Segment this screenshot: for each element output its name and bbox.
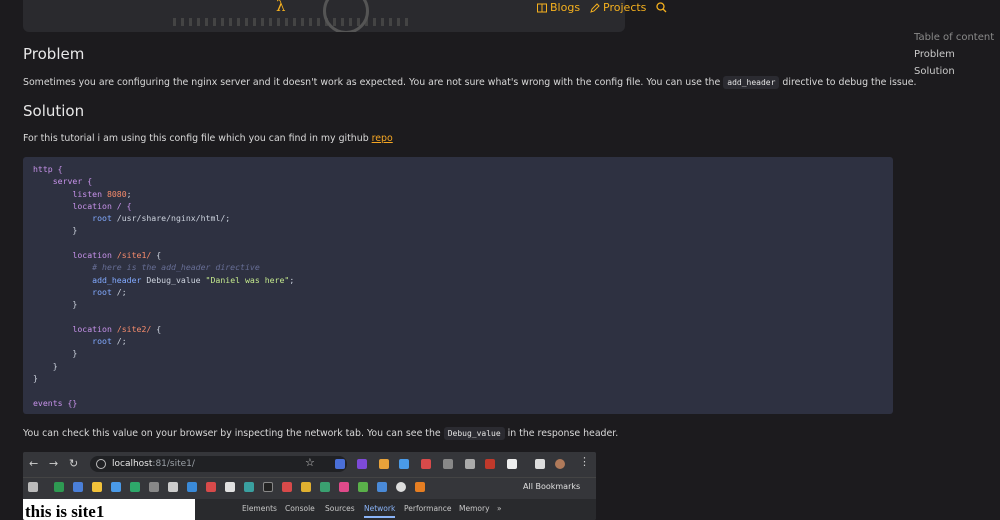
extension-icon xyxy=(443,459,453,469)
code-line: server { xyxy=(33,176,93,187)
bookmark-icon xyxy=(244,482,254,492)
search-icon[interactable] xyxy=(656,2,667,13)
devtools-tab-active: Network xyxy=(364,504,396,518)
toc-item-solution[interactable]: Solution xyxy=(914,63,994,80)
bookmark-icon xyxy=(206,482,216,492)
after-text: You can check this value on your browser… xyxy=(23,428,444,439)
more-tabs-icon: » xyxy=(497,504,502,513)
browser-screenshot: ← → ↻ localhost:81/site1/ ☆ ⋮ All Bookma… xyxy=(23,452,596,520)
book-icon xyxy=(537,3,547,13)
solution-text: For this tutorial i am using this config… xyxy=(23,133,372,144)
nav-projects-link[interactable]: Projects xyxy=(590,1,646,14)
code-token: location xyxy=(72,250,112,261)
code-token: /site1/ xyxy=(116,250,152,261)
bookmark-icon xyxy=(168,482,178,492)
code-token: root xyxy=(92,213,112,224)
code-token: location xyxy=(72,323,112,334)
extension-icon xyxy=(379,459,389,469)
bookmark-icon xyxy=(415,482,425,492)
inline-code: add_header xyxy=(723,76,780,89)
github-icon xyxy=(396,482,406,492)
inline-code-debug: Debug_value xyxy=(443,427,505,440)
bookmark-icon xyxy=(73,482,83,492)
code-token: listen xyxy=(72,188,103,199)
table-of-contents: Table of content Problem Solution xyxy=(914,29,994,80)
forward-arrow-icon: → xyxy=(49,457,59,470)
code-comment: # here is the add_header directive xyxy=(92,262,260,273)
extension-icon xyxy=(399,459,409,469)
after-text-end: in the response header. xyxy=(504,428,619,439)
repo-link[interactable]: repo xyxy=(372,133,393,144)
nav-blogs-link[interactable]: Blogs xyxy=(537,1,580,14)
back-arrow-icon: ← xyxy=(29,457,39,470)
extension-icon xyxy=(335,459,345,469)
devtools-panel: Elements Console Sources Network Perform… xyxy=(195,499,596,520)
pencil-icon xyxy=(590,2,600,13)
nav-projects-label: Projects xyxy=(603,1,647,14)
url-host: localhost xyxy=(112,459,153,469)
bookmark-icon xyxy=(377,482,387,492)
devtools-tab: Memory xyxy=(459,504,490,513)
problem-text-end: directive to debug the issue. xyxy=(779,77,917,88)
code-token: add_header xyxy=(92,274,142,285)
problem-text: Sometimes you are configuring the nginx … xyxy=(23,77,724,88)
sidepanel-icon xyxy=(535,459,545,469)
solution-paragraph: For this tutorial i am using this config… xyxy=(23,133,393,144)
bookmark-icon xyxy=(92,482,102,492)
bookmark-icon xyxy=(111,482,121,492)
problem-heading: Problem xyxy=(23,45,85,63)
nav-blogs-label: Blogs xyxy=(550,1,581,14)
url-path: :81/site1/ xyxy=(152,459,195,469)
code-token: / { xyxy=(111,200,132,211)
bookmark-icon xyxy=(54,482,64,492)
page-content: this is site1 xyxy=(23,499,195,520)
problem-paragraph: Sometimes you are configuring the nginx … xyxy=(23,76,917,89)
all-bookmarks: All Bookmarks xyxy=(523,482,581,491)
folder-icon xyxy=(28,482,38,492)
devtools-tab: Performance xyxy=(404,504,452,513)
extension-icon xyxy=(485,459,495,469)
code-token: root xyxy=(92,286,112,297)
bookmark-icon xyxy=(130,482,140,492)
top-nav: λ Blogs Projects xyxy=(0,0,1000,16)
site-logo[interactable]: λ xyxy=(276,0,286,15)
devtools-tab: Elements xyxy=(242,504,277,513)
bookmark-icon xyxy=(225,482,235,492)
info-icon xyxy=(96,459,106,469)
devtools-tab: Sources xyxy=(325,504,355,513)
extension-icon xyxy=(465,459,475,469)
code-line: http { xyxy=(33,164,63,174)
extension-icon xyxy=(357,459,367,469)
code-token: "Daniel was here" xyxy=(205,274,290,285)
bookmark-icon xyxy=(149,482,159,492)
code-token: Debug_value xyxy=(141,274,206,285)
reload-icon: ↻ xyxy=(69,457,79,470)
code-token: /; xyxy=(111,286,127,297)
code-block: http { server { listen 8080; location / … xyxy=(23,157,893,414)
bookmark-icon xyxy=(263,482,273,492)
toc-title: Table of content xyxy=(914,32,995,43)
bookmark-icon xyxy=(301,482,311,492)
bookmark-icon xyxy=(320,482,330,492)
toc-item-problem[interactable]: Problem xyxy=(914,46,994,63)
bookmark-icon xyxy=(187,482,197,492)
menu-icon: ⋮ xyxy=(579,455,590,468)
code-line: events {} xyxy=(33,397,78,408)
star-icon: ☆ xyxy=(305,456,315,469)
bookmark-icon xyxy=(282,482,292,492)
extension-icon xyxy=(421,459,431,469)
code-token: root xyxy=(92,336,112,347)
bookmark-icon xyxy=(358,482,368,492)
code-token: location xyxy=(72,200,112,211)
code-token: /site2/ xyxy=(116,323,152,334)
code-token: /; xyxy=(111,336,127,347)
extension-icon xyxy=(507,459,517,469)
solution-heading: Solution xyxy=(23,102,85,120)
after-paragraph: You can check this value on your browser… xyxy=(23,427,619,440)
devtools-tab: Console xyxy=(285,504,315,513)
bookmark-icon xyxy=(339,482,349,492)
code-token: 8080 xyxy=(106,188,127,199)
avatar xyxy=(555,459,565,469)
code-token: /usr/share/nginx/html/; xyxy=(111,213,231,224)
